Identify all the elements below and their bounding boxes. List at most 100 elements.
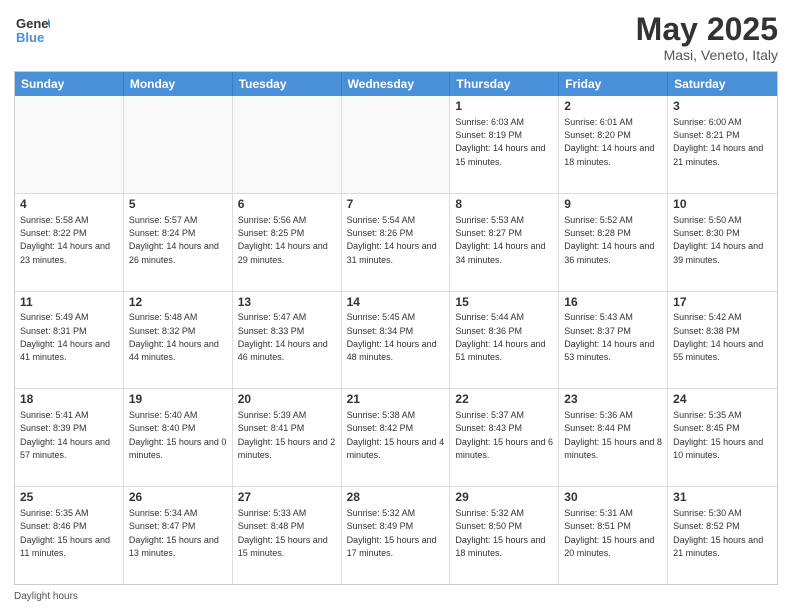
cal-cell-day-22: 22Sunrise: 5:37 AM Sunset: 8:43 PM Dayli… bbox=[450, 389, 559, 486]
cal-cell-day-26: 26 Sunrise: 5:34 AM Sunset: 8:47 PM Dayli… bbox=[124, 487, 233, 584]
cal-cell-day-25: 25 Sunrise: 5:35 AM Sunset: 8:46 PM Dayli… bbox=[15, 487, 124, 584]
header-day-saturday: Saturday bbox=[668, 72, 777, 96]
header: General Blue May 2025 Masi, Veneto, Ital… bbox=[14, 12, 778, 63]
svg-text:General: General bbox=[16, 16, 50, 31]
cell-info: Sunrise: 5:34 AM Sunset: 8:47 PM Dayligh… bbox=[129, 508, 222, 558]
cal-cell-empty bbox=[15, 96, 124, 193]
cal-cell-empty bbox=[124, 96, 233, 193]
cell-info: Sunrise: 5:49 AM Sunset: 8:31 PM Dayligh… bbox=[20, 312, 113, 362]
calendar: SundayMondayTuesdayWednesdayThursdayFrid… bbox=[14, 71, 778, 585]
cell-info: Sunrise: 5:54 AM Sunset: 8:26 PM Dayligh… bbox=[347, 215, 440, 265]
day-number: 12 bbox=[129, 295, 227, 311]
cell-info: Sunrise: 5:44 AM Sunset: 8:36 PM Dayligh… bbox=[455, 312, 548, 362]
cell-info: Sunrise: 5:32 AM Sunset: 8:49 PM Dayligh… bbox=[347, 508, 440, 558]
day-number: 16 bbox=[564, 295, 662, 311]
day-number: 29 bbox=[455, 490, 553, 506]
day-number: 5 bbox=[129, 197, 227, 213]
cell-info: Sunrise: 6:01 AM Sunset: 8:20 PM Dayligh… bbox=[564, 117, 657, 167]
calendar-week-2: 4 Sunrise: 5:58 AM Sunset: 8:22 PM Daylig… bbox=[15, 194, 777, 292]
header-day-wednesday: Wednesday bbox=[342, 72, 451, 96]
calendar-body: 1 Sunrise: 6:03 AM Sunset: 8:19 PM Daylig… bbox=[15, 96, 777, 584]
cal-cell-day-13: 13Sunrise: 5:47 AM Sunset: 8:33 PM Dayli… bbox=[233, 292, 342, 389]
day-number: 21 bbox=[347, 392, 445, 408]
day-number: 27 bbox=[238, 490, 336, 506]
cell-info: Sunrise: 5:48 AM Sunset: 8:32 PM Dayligh… bbox=[129, 312, 222, 362]
day-number: 23 bbox=[564, 392, 662, 408]
cal-cell-day-20: 20Sunrise: 5:39 AM Sunset: 8:41 PM Dayli… bbox=[233, 389, 342, 486]
day-number: 19 bbox=[129, 392, 227, 408]
cell-info: Sunrise: 5:36 AM Sunset: 8:44 PM Dayligh… bbox=[564, 410, 664, 460]
day-number: 24 bbox=[673, 392, 772, 408]
cell-info: Sunrise: 5:42 AM Sunset: 8:38 PM Dayligh… bbox=[673, 312, 766, 362]
day-number: 3 bbox=[673, 99, 772, 115]
day-number: 4 bbox=[20, 197, 118, 213]
main-title: May 2025 bbox=[636, 12, 778, 47]
cal-cell-day-12: 12Sunrise: 5:48 AM Sunset: 8:32 PM Dayli… bbox=[124, 292, 233, 389]
cal-cell-day-9: 9 Sunrise: 5:52 AM Sunset: 8:28 PM Daylig… bbox=[559, 194, 668, 291]
cal-cell-day-29: 29 Sunrise: 5:32 AM Sunset: 8:50 PM Dayli… bbox=[450, 487, 559, 584]
cell-info: Sunrise: 6:00 AM Sunset: 8:21 PM Dayligh… bbox=[673, 117, 766, 167]
header-day-sunday: Sunday bbox=[15, 72, 124, 96]
cell-info: Sunrise: 5:31 AM Sunset: 8:51 PM Dayligh… bbox=[564, 508, 657, 558]
header-day-thursday: Thursday bbox=[450, 72, 559, 96]
calendar-week-5: 25 Sunrise: 5:35 AM Sunset: 8:46 PM Dayli… bbox=[15, 487, 777, 584]
cal-cell-day-4: 4 Sunrise: 5:58 AM Sunset: 8:22 PM Daylig… bbox=[15, 194, 124, 291]
cell-info: Sunrise: 5:40 AM Sunset: 8:40 PM Dayligh… bbox=[129, 410, 229, 460]
cal-cell-day-31: 31 Sunrise: 5:30 AM Sunset: 8:52 PM Dayli… bbox=[668, 487, 777, 584]
calendar-week-3: 11Sunrise: 5:49 AM Sunset: 8:31 PM Dayli… bbox=[15, 292, 777, 390]
cell-info: Sunrise: 5:50 AM Sunset: 8:30 PM Dayligh… bbox=[673, 215, 766, 265]
cal-cell-day-8: 8 Sunrise: 5:53 AM Sunset: 8:27 PM Daylig… bbox=[450, 194, 559, 291]
logo: General Blue bbox=[14, 12, 50, 48]
cal-cell-day-10: 10Sunrise: 5:50 AM Sunset: 8:30 PM Dayli… bbox=[668, 194, 777, 291]
cell-info: Sunrise: 5:33 AM Sunset: 8:48 PM Dayligh… bbox=[238, 508, 331, 558]
day-number: 18 bbox=[20, 392, 118, 408]
day-number: 31 bbox=[673, 490, 772, 506]
cell-info: Sunrise: 5:35 AM Sunset: 8:45 PM Dayligh… bbox=[673, 410, 766, 460]
cell-info: Sunrise: 5:41 AM Sunset: 8:39 PM Dayligh… bbox=[20, 410, 113, 460]
cal-cell-day-19: 19 Sunrise: 5:40 AM Sunset: 8:40 PM Dayli… bbox=[124, 389, 233, 486]
cal-cell-day-23: 23 Sunrise: 5:36 AM Sunset: 8:44 PM Dayli… bbox=[559, 389, 668, 486]
cell-info: Sunrise: 5:47 AM Sunset: 8:33 PM Dayligh… bbox=[238, 312, 331, 362]
cell-info: Sunrise: 5:32 AM Sunset: 8:50 PM Dayligh… bbox=[455, 508, 548, 558]
daylight-label: Daylight hours bbox=[14, 591, 78, 602]
day-number: 26 bbox=[129, 490, 227, 506]
cell-info: Sunrise: 6:03 AM Sunset: 8:19 PM Dayligh… bbox=[455, 117, 548, 167]
cell-info: Sunrise: 5:38 AM Sunset: 8:42 PM Dayligh… bbox=[347, 410, 447, 460]
day-number: 17 bbox=[673, 295, 772, 311]
day-number: 11 bbox=[20, 295, 118, 311]
cell-info: Sunrise: 5:35 AM Sunset: 8:46 PM Dayligh… bbox=[20, 508, 113, 558]
cal-cell-day-30: 30Sunrise: 5:31 AM Sunset: 8:51 PM Dayli… bbox=[559, 487, 668, 584]
cal-cell-day-18: 18 Sunrise: 5:41 AM Sunset: 8:39 PM Dayli… bbox=[15, 389, 124, 486]
cell-info: Sunrise: 5:52 AM Sunset: 8:28 PM Dayligh… bbox=[564, 215, 657, 265]
day-number: 25 bbox=[20, 490, 118, 506]
header-day-monday: Monday bbox=[124, 72, 233, 96]
cell-info: Sunrise: 5:53 AM Sunset: 8:27 PM Dayligh… bbox=[455, 215, 548, 265]
subtitle: Masi, Veneto, Italy bbox=[636, 47, 778, 63]
day-number: 1 bbox=[455, 99, 553, 115]
cal-cell-day-16: 16Sunrise: 5:43 AM Sunset: 8:37 PM Dayli… bbox=[559, 292, 668, 389]
cell-info: Sunrise: 5:58 AM Sunset: 8:22 PM Dayligh… bbox=[20, 215, 113, 265]
day-number: 9 bbox=[564, 197, 662, 213]
page: General Blue May 2025 Masi, Veneto, Ital… bbox=[0, 0, 792, 612]
day-number: 2 bbox=[564, 99, 662, 115]
cell-info: Sunrise: 5:43 AM Sunset: 8:37 PM Dayligh… bbox=[564, 312, 657, 362]
cal-cell-empty bbox=[233, 96, 342, 193]
cal-cell-day-15: 15Sunrise: 5:44 AM Sunset: 8:36 PM Dayli… bbox=[450, 292, 559, 389]
cal-cell-day-2: 2 Sunrise: 6:01 AM Sunset: 8:20 PM Daylig… bbox=[559, 96, 668, 193]
day-number: 7 bbox=[347, 197, 445, 213]
cell-info: Sunrise: 5:37 AM Sunset: 8:43 PM Dayligh… bbox=[455, 410, 555, 460]
cell-info: Sunrise: 5:30 AM Sunset: 8:52 PM Dayligh… bbox=[673, 508, 766, 558]
cell-info: Sunrise: 5:57 AM Sunset: 8:24 PM Dayligh… bbox=[129, 215, 222, 265]
cell-info: Sunrise: 5:56 AM Sunset: 8:25 PM Dayligh… bbox=[238, 215, 331, 265]
calendar-week-1: 1 Sunrise: 6:03 AM Sunset: 8:19 PM Daylig… bbox=[15, 96, 777, 194]
cal-cell-day-28: 28Sunrise: 5:32 AM Sunset: 8:49 PM Dayli… bbox=[342, 487, 451, 584]
cal-cell-day-17: 17Sunrise: 5:42 AM Sunset: 8:38 PM Dayli… bbox=[668, 292, 777, 389]
day-number: 13 bbox=[238, 295, 336, 311]
cell-info: Sunrise: 5:45 AM Sunset: 8:34 PM Dayligh… bbox=[347, 312, 440, 362]
cal-cell-day-7: 7 Sunrise: 5:54 AM Sunset: 8:26 PM Daylig… bbox=[342, 194, 451, 291]
day-number: 6 bbox=[238, 197, 336, 213]
title-block: May 2025 Masi, Veneto, Italy bbox=[636, 12, 778, 63]
header-day-friday: Friday bbox=[559, 72, 668, 96]
cal-cell-day-14: 14Sunrise: 5:45 AM Sunset: 8:34 PM Dayli… bbox=[342, 292, 451, 389]
day-number: 8 bbox=[455, 197, 553, 213]
